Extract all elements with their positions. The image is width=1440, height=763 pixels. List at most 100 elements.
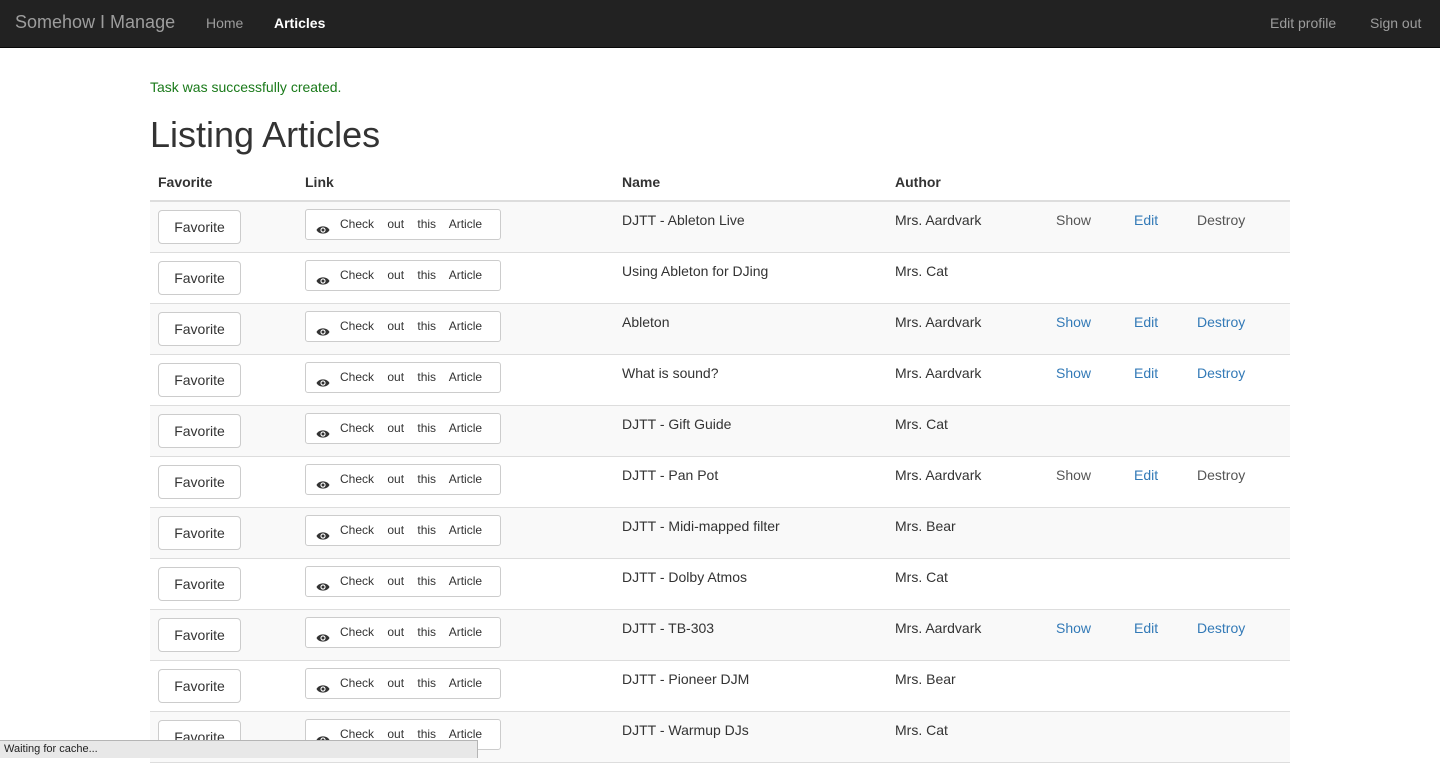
article-author: Mrs. Cat (895, 722, 948, 738)
page-title: Listing Articles (150, 114, 381, 155)
show-link[interactable]: Show (1056, 620, 1091, 636)
favorite-button[interactable]: Favorite (158, 516, 241, 550)
favorite-button[interactable]: Favorite (158, 261, 241, 295)
eye-icon (316, 371, 330, 387)
check-out-article-button[interactable]: Check out this Article (305, 668, 501, 699)
favorite-button[interactable]: Favorite (158, 567, 241, 601)
nav-home[interactable]: Home (206, 15, 243, 31)
check-out-article-button[interactable]: Check out this Article (305, 566, 501, 597)
show-link[interactable]: Show (1056, 314, 1091, 330)
table-row: Favorite Check out this Article DJTT - Pan… (150, 457, 1290, 508)
article-name: DJTT - Midi-mapped filter (622, 518, 780, 534)
check-out-article-button[interactable]: Check out this Article (305, 260, 501, 291)
article-name: What is sound? (622, 365, 719, 381)
table-row: Favorite Check out this Article DJTT - Mid… (150, 508, 1290, 559)
table-row: Favorite Check out this Article DJTT - TB-… (150, 610, 1290, 661)
link-button-label: Check out this Article (340, 370, 483, 384)
eye-icon (316, 422, 330, 438)
flash-notice: Task was successfully created. (150, 79, 342, 95)
table-row: Favorite Check out this Article DJTT - Pio… (150, 661, 1290, 712)
check-out-article-button[interactable]: Check out this Article (305, 209, 501, 240)
check-out-article-button[interactable]: Check out this Article (305, 362, 501, 393)
eye-icon (316, 575, 330, 591)
edit-link[interactable]: Edit (1134, 212, 1158, 228)
table-body: Favorite Check out this Article DJTT - Abl… (150, 202, 1290, 763)
article-author: Mrs. Cat (895, 416, 948, 432)
browser-status-bar: Waiting for cache... (0, 740, 478, 758)
article-author: Mrs. Aardvark (895, 212, 982, 228)
link-button-label: Check out this Article (340, 676, 483, 690)
article-author: Mrs. Bear (895, 671, 956, 687)
article-author: Mrs. Aardvark (895, 314, 982, 330)
header-author: Author (895, 174, 941, 190)
show-link[interactable]: Show (1056, 467, 1091, 483)
article-name: DJTT - Ableton Live (622, 212, 745, 228)
table-row: Favorite Check out this Article Ableton Mrs… (150, 304, 1290, 355)
eye-icon (316, 269, 330, 285)
table-row: Favorite Check out this Article What is so… (150, 355, 1290, 406)
table-header: Favorite Link Name Author (150, 164, 1290, 202)
check-out-article-button[interactable]: Check out this Article (305, 515, 501, 546)
eye-icon (316, 626, 330, 642)
article-author: Mrs. Cat (895, 263, 948, 279)
check-out-article-button[interactable]: Check out this Article (305, 311, 501, 342)
nav-edit-profile[interactable]: Edit profile (1270, 15, 1336, 31)
article-name: Using Ableton for DJing (622, 263, 769, 279)
favorite-button[interactable]: Favorite (158, 669, 241, 703)
check-out-article-button[interactable]: Check out this Article (305, 617, 501, 648)
link-button-label: Check out this Article (340, 268, 483, 282)
eye-icon (316, 320, 330, 336)
table-row: Favorite Check out this Article Using Able… (150, 253, 1290, 304)
article-name: DJTT - Pan Pot (622, 467, 719, 483)
check-out-article-button[interactable]: Check out this Article (305, 413, 501, 444)
link-button-label: Check out this Article (340, 574, 483, 588)
destroy-link[interactable]: Destroy (1197, 314, 1245, 330)
article-name: DJTT - TB-303 (622, 620, 715, 636)
eye-icon (316, 677, 330, 693)
favorite-button[interactable]: Favorite (158, 210, 241, 244)
brand-logo[interactable]: Somehow I Manage (15, 12, 175, 32)
articles-table: Favorite Link Name Author Favorite Check … (150, 164, 1290, 763)
destroy-link[interactable]: Destroy (1197, 620, 1245, 636)
eye-icon (316, 524, 330, 540)
favorite-button[interactable]: Favorite (158, 312, 241, 346)
edit-link[interactable]: Edit (1134, 620, 1158, 636)
header-favorite: Favorite (158, 174, 213, 190)
article-name: DJTT - Gift Guide (622, 416, 732, 432)
article-author: Mrs. Cat (895, 569, 948, 585)
check-out-article-button[interactable]: Check out this Article (305, 464, 501, 495)
article-author: Mrs. Aardvark (895, 365, 982, 381)
header-link: Link (305, 174, 334, 190)
article-name: DJTT - Warmup DJs (622, 722, 749, 738)
article-name: DJTT - Pioneer DJM (622, 671, 750, 687)
eye-icon (316, 218, 330, 234)
article-author: Mrs. Aardvark (895, 620, 982, 636)
article-name: DJTT - Dolby Atmos (622, 569, 747, 585)
favorite-button[interactable]: Favorite (158, 618, 241, 652)
article-author: Mrs. Bear (895, 518, 956, 534)
destroy-link[interactable]: Destroy (1197, 467, 1245, 483)
link-button-label: Check out this Article (340, 472, 483, 486)
destroy-link[interactable]: Destroy (1197, 212, 1245, 228)
show-link[interactable]: Show (1056, 365, 1091, 381)
eye-icon (316, 728, 330, 744)
nav-sign-out[interactable]: Sign out (1370, 15, 1421, 31)
article-author: Mrs. Aardvark (895, 467, 982, 483)
favorite-button[interactable]: Favorite (158, 465, 241, 499)
link-button-label: Check out this Article (340, 319, 483, 333)
favorite-button[interactable]: Favorite (158, 414, 241, 448)
table-row: Favorite Check out this Article DJTT - Gif… (150, 406, 1290, 457)
destroy-link[interactable]: Destroy (1197, 365, 1245, 381)
link-button-label: Check out this Article (340, 625, 483, 639)
edit-link[interactable]: Edit (1134, 365, 1158, 381)
edit-link[interactable]: Edit (1134, 467, 1158, 483)
table-row: Favorite Check out this Article DJTT - Dol… (150, 559, 1290, 610)
nav-articles[interactable]: Articles (274, 15, 325, 31)
link-button-label: Check out this Article (340, 217, 483, 231)
link-button-label: Check out this Article (340, 523, 483, 537)
table-row: Favorite Check out this Article DJTT - Abl… (150, 202, 1290, 253)
edit-link[interactable]: Edit (1134, 314, 1158, 330)
show-link[interactable]: Show (1056, 212, 1091, 228)
favorite-button[interactable]: Favorite (158, 363, 241, 397)
article-name: Ableton (622, 314, 670, 330)
